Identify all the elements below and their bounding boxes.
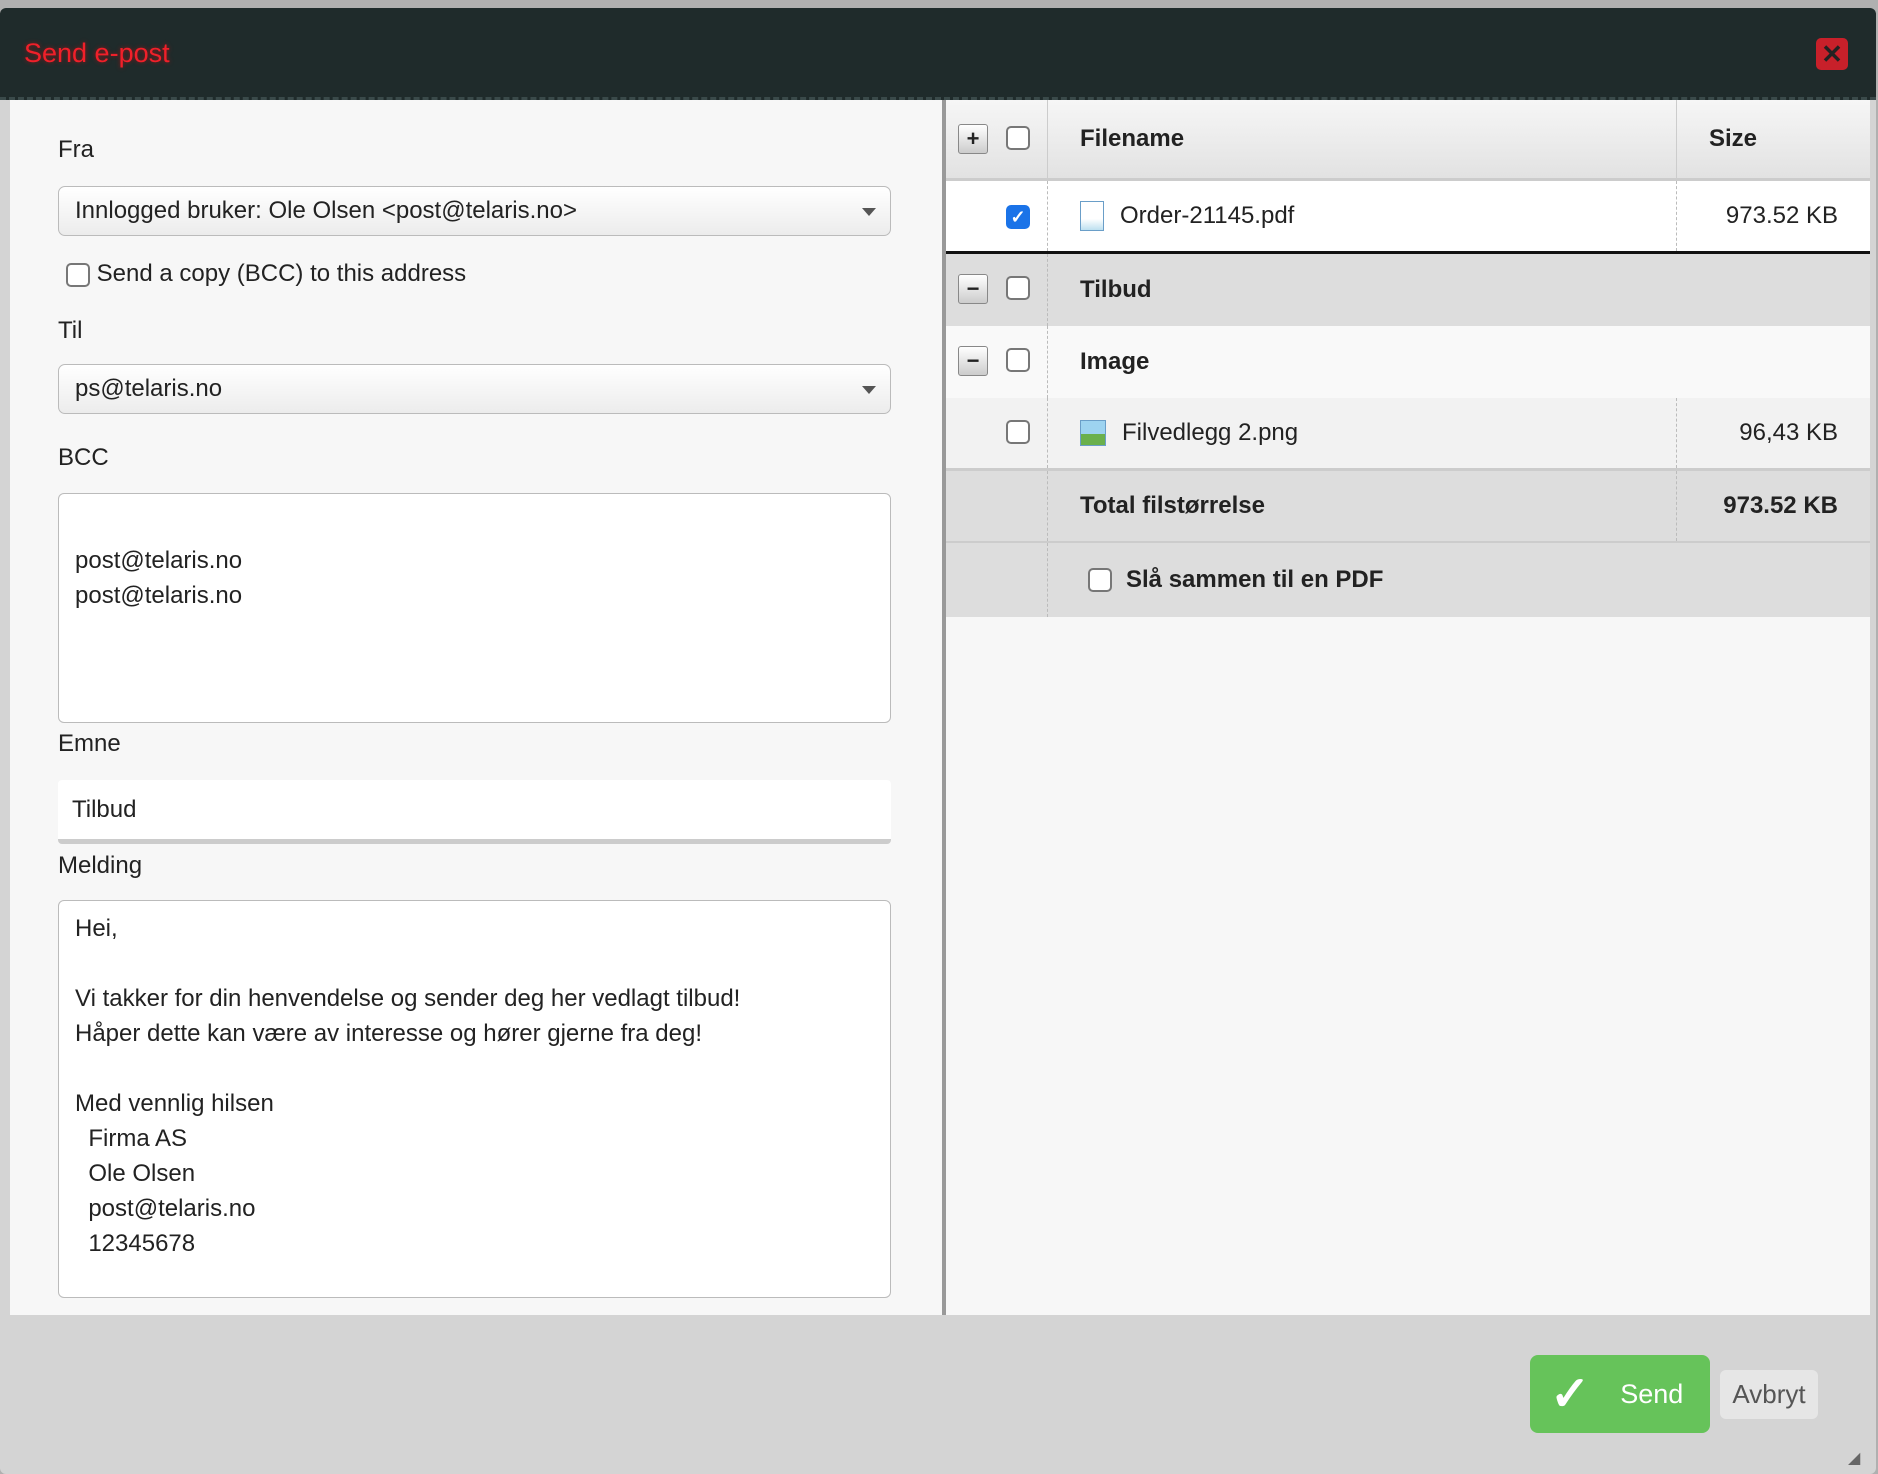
group-checkbox[interactable] — [1006, 348, 1030, 372]
attachments-header: + Filename Size — [946, 100, 1870, 181]
dialog-header: Send e-post ✕ — [0, 8, 1876, 100]
file-row[interactable]: Filvedlegg 2.png 96,43 KB — [946, 398, 1870, 471]
document-icon — [1080, 201, 1104, 231]
cancel-button[interactable]: Avbryt — [1720, 1370, 1818, 1419]
group-checkbox[interactable] — [1006, 276, 1030, 300]
bcc-textarea[interactable]: post@telaris.no post@telaris.no — [58, 493, 891, 723]
chevron-down-icon — [862, 208, 876, 216]
to-label: Til — [58, 317, 83, 344]
send-email-dialog: Send e-post ✕ Fra Innlogged bruker: Ole … — [0, 8, 1876, 1474]
expand-all-icon[interactable]: + — [958, 124, 988, 154]
filename-header[interactable]: Filename — [1048, 100, 1676, 178]
from-select[interactable]: Innlogged bruker: Ole Olsen <post@telari… — [58, 186, 891, 236]
send-button[interactable]: ✓ Send — [1530, 1355, 1710, 1433]
merge-row: Slå sammen til en PDF — [946, 543, 1870, 617]
file-row[interactable]: ✓ Order-21145.pdf 973.52 KB — [946, 181, 1870, 254]
group-name: Image — [1080, 348, 1150, 375]
collapse-icon[interactable]: − — [958, 274, 988, 304]
subject-input[interactable]: Tilbud — [58, 780, 891, 844]
select-all-checkbox[interactable] — [1006, 126, 1030, 150]
merge-pdf-label[interactable]: Slå sammen til en PDF — [1126, 566, 1383, 594]
from-label: Fra — [58, 136, 94, 163]
file-name: Order-21145.pdf — [1120, 202, 1295, 229]
attachments-panel: + Filename Size ✓ Order-21145.pdf 973.52… — [946, 100, 1870, 1315]
from-value: Innlogged bruker: Ole Olsen <post@telari… — [75, 197, 577, 224]
bcc-copy-row: Send a copy (BCC) to this address — [66, 260, 466, 288]
message-textarea[interactable]: Hei, Vi takker for din henvendelse og se… — [58, 900, 891, 1298]
total-value: 973.52 KB — [1676, 471, 1870, 541]
send-label: Send — [1620, 1378, 1684, 1409]
bcc-copy-checkbox[interactable] — [66, 262, 90, 287]
close-icon[interactable]: ✕ — [1816, 38, 1848, 70]
file-checkbox[interactable] — [1006, 420, 1030, 444]
to-value: ps@telaris.no — [75, 375, 223, 402]
checkmark-icon: ✓ — [1550, 1368, 1591, 1421]
to-select[interactable]: ps@telaris.no — [58, 364, 891, 414]
merge-pdf-checkbox[interactable] — [1088, 568, 1112, 592]
collapse-icon[interactable]: − — [958, 346, 988, 376]
chevron-down-icon — [862, 386, 876, 394]
bcc-label: BCC — [58, 444, 109, 471]
dialog-title: Send e-post — [24, 38, 170, 68]
size-header[interactable]: Size — [1676, 100, 1870, 178]
file-size: 973.52 KB — [1676, 181, 1870, 251]
group-row-image[interactable]: − Image — [946, 326, 1870, 398]
bcc-copy-label: Send a copy (BCC) to this address — [96, 260, 467, 287]
file-size: 96,43 KB — [1676, 398, 1870, 468]
image-icon — [1080, 420, 1106, 446]
total-label: Total filstørrelse — [1080, 492, 1265, 519]
file-checkbox[interactable]: ✓ — [1006, 205, 1030, 229]
resize-grip-icon[interactable]: ◢ — [1848, 1448, 1860, 1468]
group-row-tilbud[interactable]: − Tilbud — [946, 254, 1870, 326]
subject-label: Emne — [58, 730, 121, 757]
total-row: Total filstørrelse 973.52 KB — [946, 471, 1870, 543]
group-name: Tilbud — [1080, 276, 1152, 303]
message-label: Melding — [58, 852, 143, 879]
file-name: Filvedlegg 2.png — [1122, 419, 1299, 446]
email-form: Fra Innlogged bruker: Ole Olsen <post@te… — [10, 100, 942, 1315]
